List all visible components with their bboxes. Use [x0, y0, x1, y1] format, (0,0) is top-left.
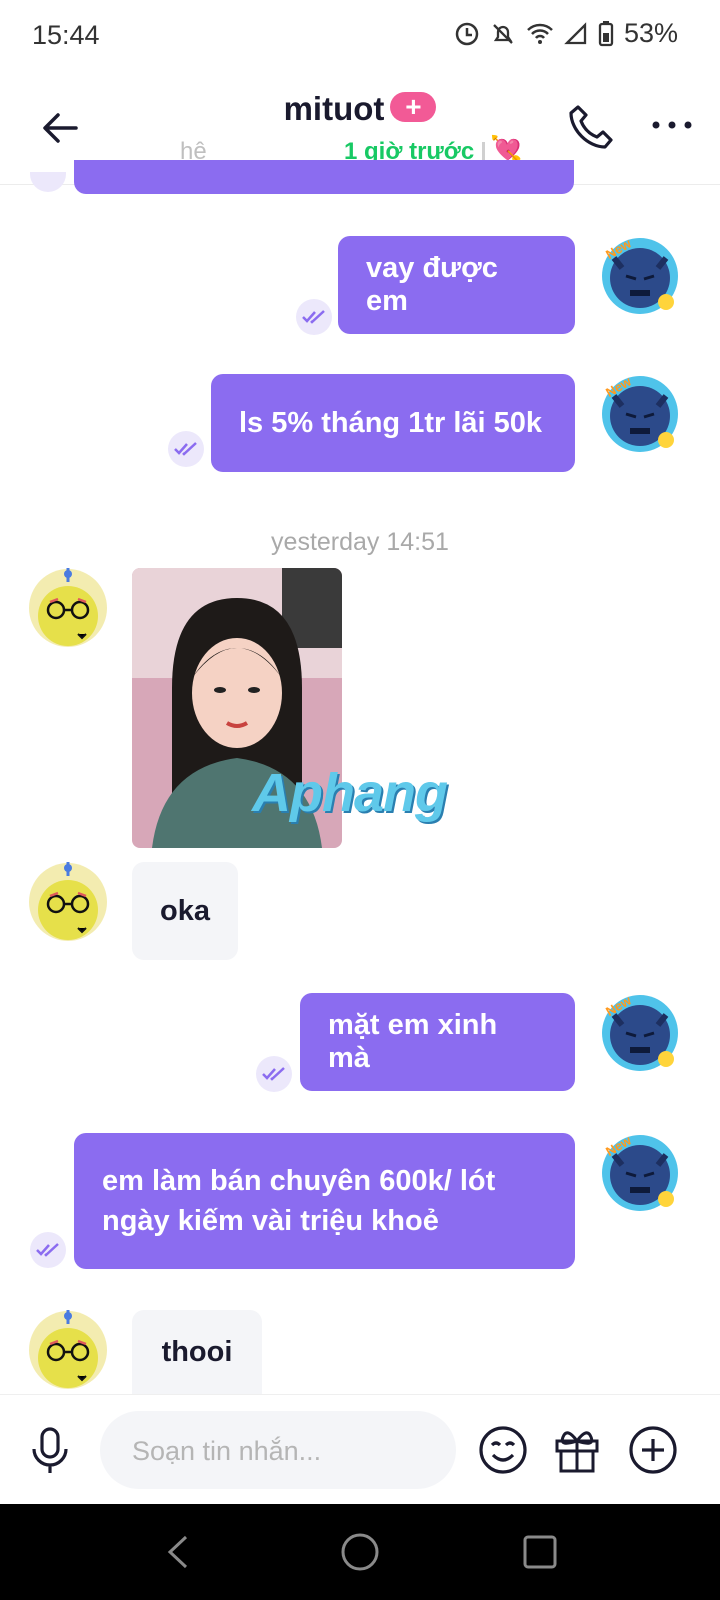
message-text: mặt em xinh mà — [328, 1009, 498, 1074]
avatar-me[interactable]: New — [600, 992, 680, 1073]
phone-icon — [569, 105, 613, 149]
sync-icon — [455, 22, 479, 45]
message-line-1: em làm bán chuyên 600k/ lót — [102, 1165, 496, 1197]
nav-recents-button[interactable] — [522, 1534, 558, 1575]
message-text: thooi — [161, 1335, 233, 1368]
input-bar — [0, 1394, 720, 1505]
nav-home-icon — [341, 1533, 379, 1571]
read-check-icon — [256, 1056, 292, 1092]
message-text: oka — [160, 894, 210, 927]
nav-recents-icon — [523, 1535, 557, 1569]
bell-off-icon — [493, 23, 513, 44]
contact-name: mituot — [283, 90, 385, 127]
add-icon — [629, 1426, 677, 1474]
nav-home-button[interactable] — [340, 1532, 380, 1577]
more-icon — [652, 121, 692, 129]
status-time: 15:44 — [32, 20, 100, 50]
message-bubble-me[interactable]: em làm bán chuyên 600k/ lót ngày kiếm và… — [74, 1133, 575, 1269]
read-check-icon — [30, 1232, 66, 1268]
mic-button[interactable] — [28, 1425, 72, 1482]
status-icons: 53% — [454, 18, 678, 49]
system-nav-bar — [0, 1504, 720, 1600]
gift-icon — [555, 1431, 599, 1473]
message-bubble-other[interactable]: thooi — [132, 1310, 262, 1394]
add-button[interactable] — [628, 1425, 678, 1480]
message-line-2: ngày kiếm vài triệu khoẻ — [102, 1205, 439, 1237]
message-text: vay được em — [366, 252, 498, 317]
message-bubble-me[interactable]: mặt em xinh mà — [300, 993, 575, 1091]
message-text: ls 5% tháng 1tr lãi 50k — [239, 406, 543, 439]
nav-back-icon — [167, 1535, 188, 1569]
read-check-icon — [168, 431, 204, 467]
wifi-icon — [527, 23, 553, 44]
watermark: Aphang — [252, 763, 448, 823]
avatar-other[interactable] — [28, 568, 108, 648]
avatar-other[interactable] — [28, 1310, 108, 1390]
timestamp: yesterday 14:51 — [271, 528, 449, 556]
message-bubble-other[interactable]: oka — [132, 862, 238, 960]
more-button[interactable] — [650, 110, 694, 140]
battery-percent: 53% — [623, 18, 678, 48]
emoji-button[interactable] — [478, 1425, 528, 1480]
message-bubble-me[interactable]: vay được em — [338, 236, 575, 334]
nav-back-button[interactable] — [164, 1534, 194, 1575]
avatar-me[interactable]: New — [600, 1132, 680, 1213]
call-button[interactable] — [566, 102, 616, 152]
avatar-me[interactable]: New — [600, 373, 680, 454]
signal-icon — [564, 21, 587, 44]
battery-icon — [598, 20, 614, 46]
mic-icon — [32, 1427, 68, 1473]
emoji-icon — [479, 1426, 527, 1474]
gift-button[interactable] — [552, 1425, 602, 1480]
avatar-other[interactable] — [28, 862, 108, 942]
avatar-me[interactable]: New — [600, 235, 680, 316]
previous-read-tick — [30, 172, 66, 192]
previous-message-bubble[interactable] — [74, 160, 574, 194]
message-bubble-me[interactable]: ls 5% tháng 1tr lãi 50k — [211, 374, 575, 472]
message-input[interactable] — [130, 1411, 434, 1491]
read-check-icon — [296, 299, 332, 335]
plus-badge: + — [390, 92, 437, 122]
compose-field[interactable] — [100, 1411, 456, 1491]
